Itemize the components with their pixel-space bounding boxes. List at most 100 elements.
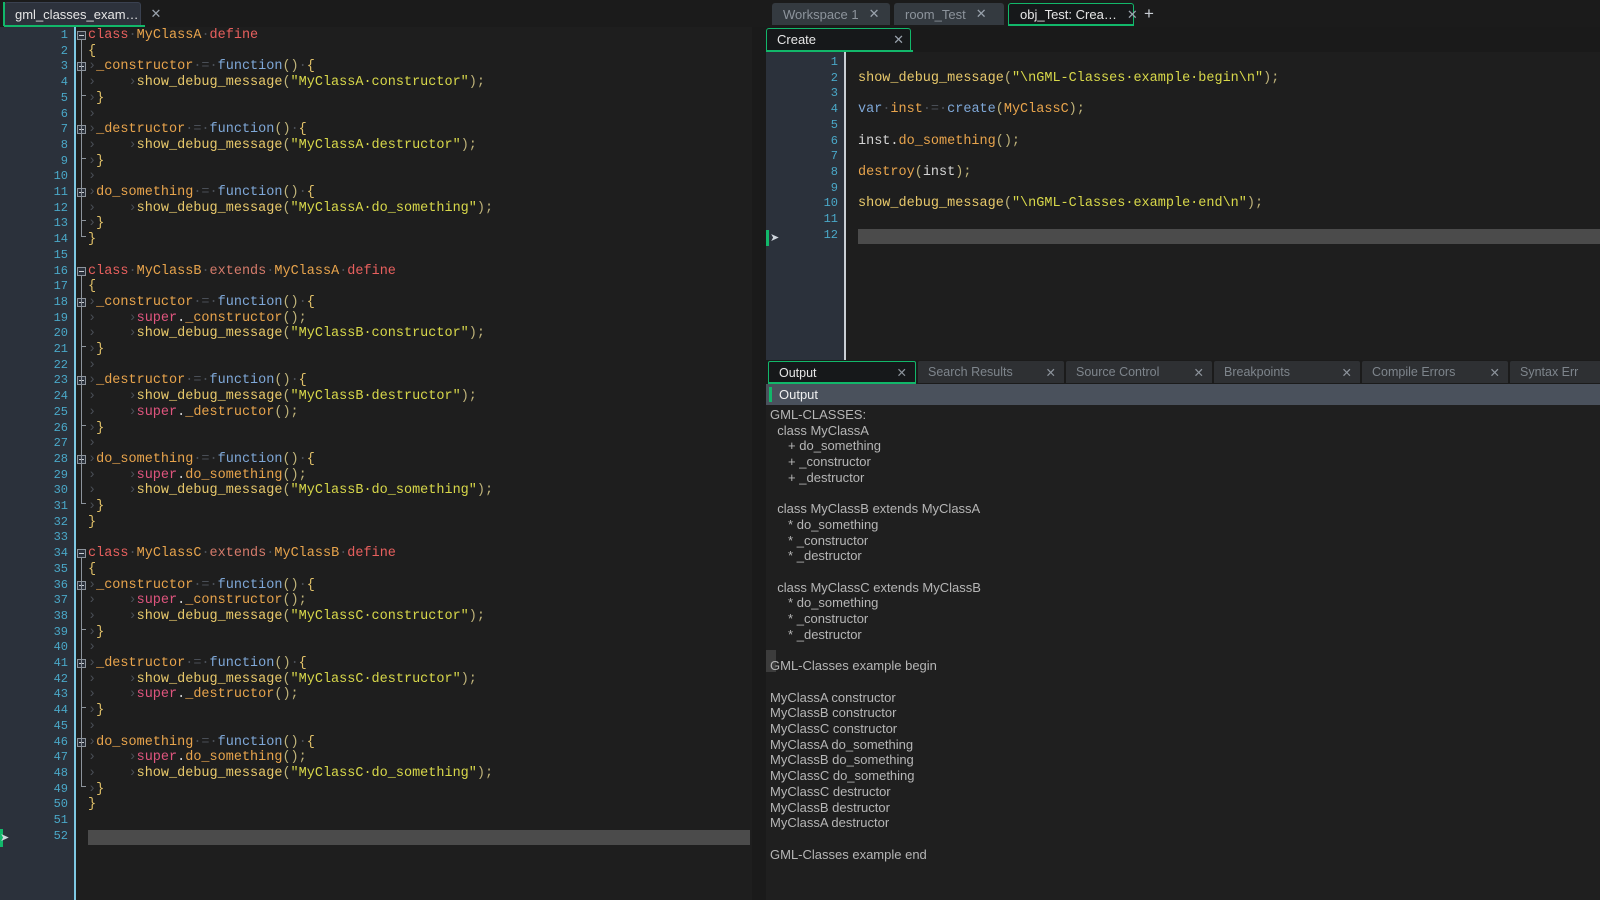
code-line: › ›super._destructor();: [88, 687, 299, 703]
code-token: "MyClassA·destructor": [290, 137, 461, 153]
create-editor-body[interactable]: ➤ 1 2 show_debug_message("\nGML-Classes·ex…: [766, 52, 1600, 360]
close-icon[interactable]: ✕: [1342, 365, 1352, 380]
code-token: "MyClassC·constructor": [290, 608, 469, 624]
code-token: (: [914, 164, 923, 180]
line-number: 20: [53, 326, 68, 341]
line-number: 11: [823, 212, 838, 226]
close-icon[interactable]: ✕: [893, 32, 904, 48]
workspace-tab-workspace-1[interactable]: Workspace 1 ✕: [772, 3, 890, 25]
line-number: 34: [53, 546, 68, 561]
close-icon[interactable]: ✕: [1194, 365, 1204, 380]
code-token: show_debug_message: [136, 483, 283, 499]
code-line: class·MyClassC·extends·MyClassB·define: [88, 546, 396, 562]
line-number: 35: [53, 561, 68, 576]
code-line: › ›show_debug_message("MyClassC·destruct…: [88, 672, 477, 688]
line-number: 36: [53, 577, 68, 592]
code-token: ›: [88, 122, 97, 138]
fold-toggle-icon[interactable]: [77, 266, 86, 276]
close-icon[interactable]: ✕: [1046, 365, 1056, 380]
bottom-tab-breakpoints[interactable]: Breakpoints ✕: [1214, 361, 1360, 383]
code-token: ›: [88, 640, 97, 656]
close-icon[interactable]: ✕: [1490, 365, 1500, 380]
bottom-tab-source-control[interactable]: Source Control ✕: [1066, 361, 1212, 383]
fold-guide-end: [81, 94, 86, 96]
code-token: (): [282, 185, 299, 200]
code-token: ·: [290, 656, 299, 671]
line-number: 52: [53, 828, 68, 843]
code-line: ›: [88, 358, 96, 374]
tab-label: gml_classes_exam…: [15, 6, 139, 22]
code-token: function: [209, 656, 275, 671]
code-token: ·=·: [193, 294, 218, 310]
bottom-tab-compile-errors[interactable]: Compile Errors ✕: [1362, 361, 1508, 383]
line-number: 51: [53, 813, 68, 827]
fold-toggle-icon[interactable]: [77, 31, 86, 40]
code-token: MyClassB: [274, 546, 340, 562]
add-workspace-button[interactable]: +: [1144, 4, 1154, 24]
code-token: }: [96, 703, 105, 719]
code-token: ›: [88, 216, 97, 232]
code-token: › ›: [88, 326, 137, 342]
line-number: 12: [53, 200, 68, 215]
code-token: ·: [298, 185, 307, 200]
code-token: destroy: [858, 164, 915, 180]
code-line: › ›show_debug_message("MyClassB·construc…: [88, 326, 485, 342]
create-event-editor: Create ✕ ➤ 1 2 show_debug_message("\nGML-C…: [766, 27, 1600, 360]
code-token: }: [96, 342, 105, 357]
code-token: › ›: [88, 687, 137, 703]
code-token: define: [347, 263, 396, 279]
code-line: ›}: [88, 91, 104, 107]
code-token: ›: [88, 703, 97, 719]
code-token: }: [96, 153, 105, 169]
fold-toggle-icon[interactable]: [77, 549, 86, 559]
code-token: show_debug_message: [136, 671, 283, 687]
output-console[interactable]: GML-CLASSES: class MyClassA + do_somethi…: [766, 405, 1600, 900]
code-token: › ›: [88, 200, 137, 216]
fold-guide-end: [81, 424, 86, 426]
workspace-pane: Workspace 1 ✕ room_Test ✕ obj_Test: Crea… ✕ + …: [752, 0, 1600, 900]
bottom-dock-tabbar: Output ✕ Search Results ✕ Source Control ✕ Bre…: [766, 360, 1600, 385]
bottom-tab-search-results[interactable]: Search Results ✕: [918, 361, 1064, 383]
code-token: );: [468, 75, 485, 91]
code-token: );: [460, 137, 477, 153]
code-token: {: [298, 656, 307, 671]
code-token: ();: [274, 687, 299, 703]
line-number: 14: [53, 232, 68, 247]
line-number: 45: [53, 718, 68, 733]
code-token: "\nGML-Classes·example·begin\n": [1011, 70, 1264, 86]
code-token: show_debug_message: [858, 70, 1004, 86]
code-line: {: [88, 44, 96, 60]
code-token: function: [209, 373, 275, 389]
code-token: super: [136, 593, 178, 609]
code-token: (: [282, 326, 291, 342]
workspace-tab-obj-test-crea[interactable]: obj_Test: Crea… ✕: [1008, 3, 1138, 25]
line-number: 13: [53, 216, 68, 231]
close-icon[interactable]: ✕: [869, 6, 880, 22]
script-editor-pane: gml_classes_exam… ✕ ➤ 1 class·MyClassA·de…: [0, 0, 752, 900]
line-number: 26: [53, 420, 68, 435]
close-icon[interactable]: ✕: [1127, 7, 1138, 23]
tab-gml-classes-example[interactable]: gml_classes_exam… ✕: [4, 2, 161, 25]
script-editor-body[interactable]: ➤ 1 class·MyClassA·define 2{3 ›_constructor…: [0, 27, 752, 900]
bottom-tab-syntax-err[interactable]: Syntax Err: [1510, 361, 1600, 383]
code-token: ();: [995, 133, 1021, 149]
tab-create-event[interactable]: Create ✕: [766, 28, 911, 50]
workspace-tab-room-test[interactable]: room_Test ✕: [894, 3, 1004, 25]
output-line: + do_something: [770, 438, 881, 454]
code-token: super: [136, 310, 178, 326]
code-line: ›}: [88, 216, 104, 232]
line-number: 18: [53, 294, 68, 309]
code-token: super: [136, 750, 178, 766]
line-number: 10: [823, 196, 838, 211]
line-number: 4: [830, 102, 838, 117]
code-token: ·=·: [193, 185, 218, 200]
code-token: ·: [290, 122, 299, 138]
code-token: ›: [88, 357, 97, 373]
bottom-tab-output[interactable]: Output ✕: [768, 361, 916, 383]
code-token: ·=·: [193, 577, 218, 593]
close-icon[interactable]: ✕: [897, 365, 907, 380]
code-token: show_debug_message: [136, 326, 283, 342]
close-icon[interactable]: ✕: [976, 6, 987, 22]
close-icon[interactable]: ✕: [151, 6, 162, 22]
code-token: create: [947, 102, 996, 118]
